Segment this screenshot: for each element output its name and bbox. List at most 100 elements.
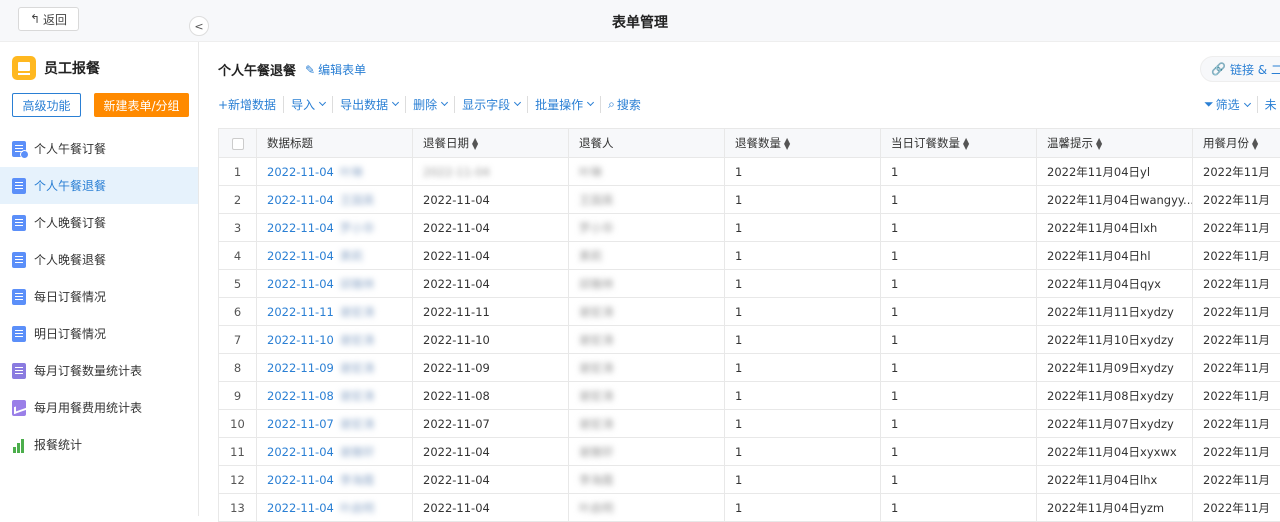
sidebar-item-label: 每月用餐费用统计表 — [34, 399, 142, 416]
cell-text: 2022-11-04 — [267, 445, 334, 459]
cell-text: 2022年11月04日yl — [1047, 165, 1150, 179]
table-row[interactable]: 82022-11-09谢宏涛2022-11-09谢宏涛112022年11月09日… — [219, 354, 1280, 382]
export-dropdown[interactable]: 导出数据 — [332, 96, 405, 113]
table-row[interactable]: 52022-11-04邱雅林2022-11-04邱雅林112022年11月04日… — [219, 270, 1280, 298]
sidebar-item[interactable]: 个人午餐订餐 — [0, 130, 198, 167]
table-row[interactable]: 72022-11-10谢宏涛2022-11-10谢宏涛112022年11月10日… — [219, 326, 1280, 354]
table-cell: 2022年11月10日xydzy — [1037, 326, 1193, 354]
sidebar-item[interactable]: 每日订餐情况 — [0, 278, 198, 315]
cell-text: 1 — [891, 361, 898, 375]
share-link-button[interactable]: 🔗 链接 & 二维 — [1200, 56, 1280, 82]
table-cell: 1 — [725, 466, 881, 494]
edit-icon: ✎ — [305, 63, 315, 77]
column-header[interactable]: 当日订餐数量▲▼ — [881, 129, 1037, 158]
fields-dropdown[interactable]: 显示字段 — [454, 96, 527, 113]
cell-text: 2022-11-04 — [267, 277, 334, 291]
cell-text: 1 — [735, 193, 742, 207]
record-title-link[interactable]: 2022-11-04叶琳 — [257, 158, 413, 186]
table-row[interactable]: 32022-11-04罗小华2022-11-04罗小华112022年11月04日… — [219, 214, 1280, 242]
select-all-checkbox[interactable] — [219, 129, 257, 158]
table-cell: 2022年11月 — [1193, 354, 1280, 382]
column-header[interactable]: 用餐月份▲▼ — [1193, 129, 1280, 158]
cell-text: 2022-11-04 — [267, 193, 334, 207]
record-title-link[interactable]: 2022-11-04叶启明 — [257, 494, 413, 522]
table-row[interactable]: 62022-11-11谢宏涛2022-11-11谢宏涛112022年11月11日… — [219, 298, 1280, 326]
table-cell: 2022-11-04 — [413, 438, 569, 466]
cell-text: 1 — [891, 305, 898, 319]
record-title-link[interactable]: 2022-11-07谢宏涛 — [257, 410, 413, 438]
collapse-sidebar-button[interactable]: < — [189, 16, 209, 36]
sidebar-item[interactable]: 明日订餐情况 — [0, 315, 198, 352]
record-title-link[interactable]: 2022-11-04 黄莉 — [257, 242, 413, 270]
sort-icon[interactable]: ▲▼ — [472, 138, 478, 150]
sort-icon[interactable]: ▲▼ — [963, 138, 969, 150]
column-header[interactable]: 温馨提示▲▼ — [1037, 129, 1193, 158]
table-row[interactable]: 92022-11-08谢宏涛2022-11-08谢宏涛112022年11月08日… — [219, 382, 1280, 410]
record-title-link[interactable]: 2022-11-11谢宏涛 — [257, 298, 413, 326]
record-title-link[interactable]: 2022-11-04王国英 — [257, 186, 413, 214]
cell-text: 黄莉 — [579, 248, 602, 264]
table-cell: 2022年11月 — [1193, 326, 1280, 354]
delete-dropdown[interactable]: 删除 — [405, 96, 454, 113]
table-cell: 邱雅林 — [569, 270, 725, 298]
table-cell: 1 — [725, 494, 881, 522]
table-cell: 2022年11月 — [1193, 298, 1280, 326]
sidebar-item[interactable]: 每月订餐数量统计表 — [0, 352, 198, 389]
table-cell: 1 — [725, 270, 881, 298]
table-row[interactable]: 102022-11-07谢宏涛2022-11-07谢宏涛112022年11月07… — [219, 410, 1280, 438]
sidebar-item[interactable]: 每月用餐费用统计表 — [0, 389, 198, 426]
table-cell: 黄莉 — [569, 242, 725, 270]
sort-icon[interactable]: ▲▼ — [1096, 138, 1102, 150]
cell-text: 2022年11月 — [1203, 501, 1270, 515]
record-title-link[interactable]: 2022-11-09谢宏涛 — [257, 354, 413, 382]
table-cell: 1 — [725, 382, 881, 410]
filter-dropdown[interactable]: ⏷筛选 — [1204, 96, 1257, 113]
sidebar-item-label: 明日订餐情况 — [34, 325, 106, 342]
column-header[interactable]: 退餐日期▲▼ — [413, 129, 569, 158]
cell-text: 2022-11-04 — [267, 249, 334, 263]
edit-form-link[interactable]: ✎ 编辑表单 — [305, 61, 366, 78]
sidebar-item[interactable]: 个人午餐退餐 — [0, 167, 198, 204]
record-title-link[interactable]: 2022-11-04邱雅林 — [257, 270, 413, 298]
column-header[interactable]: 退餐数量▲▼ — [725, 129, 881, 158]
table-row[interactable]: 42022-11-04黄莉2022-11-04黄莉112022年11月04日hl… — [219, 242, 1280, 270]
table-row[interactable]: 132022-11-04叶启明2022-11-04叶启明112022年11月04… — [219, 494, 1280, 522]
table-row[interactable]: 112022-11-04谢雅轩2022-11-04谢雅轩112022年11月04… — [219, 438, 1280, 466]
table-cell: 2022年11月04日yl — [1037, 158, 1193, 186]
cell-text: 罗小华 — [579, 220, 614, 236]
more-button[interactable]: 未 — [1257, 96, 1280, 113]
table-row[interactable]: 12022-11-04叶琳2022-11-04叶琳112022年11月04日yl… — [219, 158, 1280, 186]
table-cell: 2022-11-08 — [413, 382, 569, 410]
record-title-link[interactable]: 2022-11-10谢宏涛 — [257, 326, 413, 354]
sidebar-item[interactable]: 个人晚餐订餐 — [0, 204, 198, 241]
table-cell: 1 — [881, 186, 1037, 214]
cell-text: 黄莉 — [340, 248, 363, 264]
sidebar-item[interactable]: 报餐统计 — [0, 426, 198, 463]
sidebar-item[interactable]: 个人晚餐退餐 — [0, 241, 198, 278]
advanced-features-button[interactable]: 高级功能 — [12, 93, 81, 117]
import-dropdown[interactable]: 导入 — [283, 96, 332, 113]
table-row[interactable]: 122022-11-04李海霞2022-11-04李海霞112022年11月04… — [219, 466, 1280, 494]
column-header[interactable]: 退餐人 — [569, 129, 725, 158]
new-form-button[interactable]: 新建表单/分组 — [94, 93, 189, 117]
batch-dropdown[interactable]: 批量操作 — [527, 96, 600, 113]
cell-text: 5 — [234, 277, 241, 291]
table-row[interactable]: 22022-11-04王国英2022-11-04王国英112022年11月04日… — [219, 186, 1280, 214]
column-header[interactable]: 数据标题 — [257, 129, 413, 158]
add-data-button[interactable]: +新增数据 — [218, 96, 283, 113]
record-title-link[interactable]: 2022-11-04罗小华 — [257, 214, 413, 242]
cell-text: 2022年11月 — [1203, 249, 1270, 263]
table-cell: 2 — [219, 186, 257, 214]
search-icon: ⌕ — [608, 97, 615, 112]
cell-text: 2022-11-11 — [423, 305, 490, 319]
column-label: 数据标题 — [267, 136, 313, 150]
sort-icon[interactable]: ▲▼ — [784, 138, 790, 150]
cell-text: 2022-11-08 — [267, 389, 334, 403]
search-button[interactable]: ⌕搜索 — [600, 96, 648, 113]
record-title-link[interactable]: 2022-11-04李海霞 — [257, 466, 413, 494]
table-cell: 1 — [881, 242, 1037, 270]
table-cell: 谢宏涛 — [569, 354, 725, 382]
sort-icon[interactable]: ▲▼ — [1252, 138, 1258, 150]
record-title-link[interactable]: 2022-11-08谢宏涛 — [257, 382, 413, 410]
record-title-link[interactable]: 2022-11-04谢雅轩 — [257, 438, 413, 466]
